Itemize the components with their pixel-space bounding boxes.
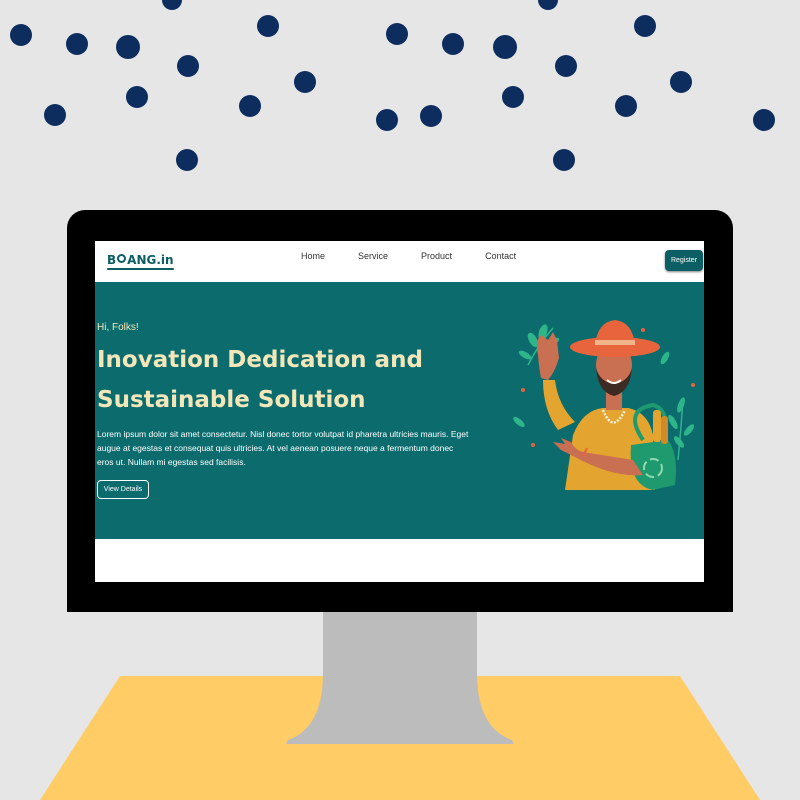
register-button[interactable]: Register [665, 250, 703, 271]
decorative-dots [10, 0, 775, 171]
navbar: B ANG.in Home Service Product Contact Reg… [95, 241, 704, 282]
nav-product[interactable]: Product [421, 251, 452, 261]
logo-prefix: B [107, 253, 117, 267]
monitor-screen: B ANG.in Home Service Product Contact Reg… [95, 241, 704, 582]
hero-section: Hi, Folks! Inovation Dedication and Sust… [95, 282, 704, 539]
hero-greeting: Hi, Folks! [97, 322, 139, 333]
sun-hat-icon [570, 320, 660, 357]
logo-mark-icon [117, 254, 127, 263]
hero-headline: Inovation Dedication and Sustainable Sol… [97, 340, 487, 420]
logo-underline [107, 268, 174, 270]
hero-paragraph: Lorem ipsum dolor sit amet consectetur. … [97, 429, 469, 467]
nav-service[interactable]: Service [358, 251, 388, 261]
nav-contact[interactable]: Contact [485, 251, 516, 261]
nav-links: Home Service Product Contact [301, 251, 549, 261]
site-logo[interactable]: B ANG.in [107, 249, 174, 271]
nav-home[interactable]: Home [301, 251, 325, 261]
headline-line-1: Inovation Dedication and [97, 347, 423, 373]
logo-suffix: ANG.in [127, 253, 174, 267]
headline-line-2: Sustainable Solution [97, 387, 366, 413]
monitor: B ANG.in Home Service Product Contact Reg… [67, 210, 733, 612]
farmer-illustration [513, 320, 695, 490]
view-details-button[interactable]: View Details [97, 480, 149, 499]
